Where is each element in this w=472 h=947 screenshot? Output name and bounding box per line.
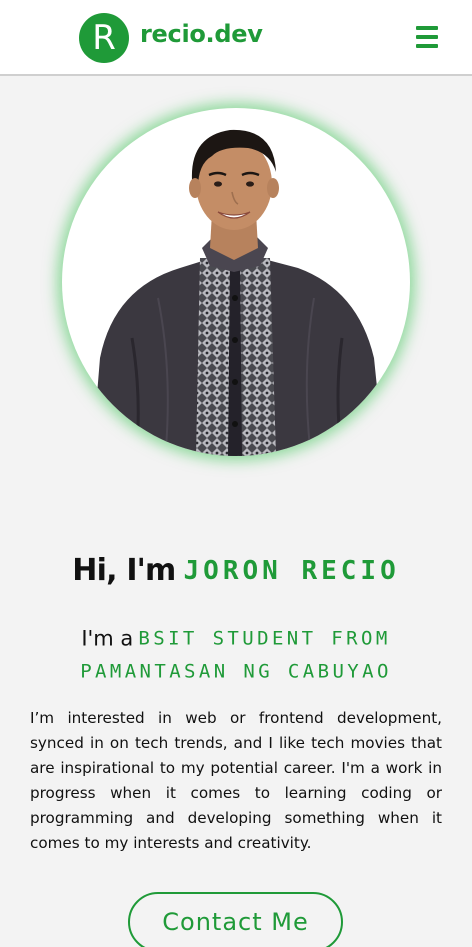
greeting-name: JORON RECIO	[183, 555, 400, 586]
site-header: R recio.dev	[0, 0, 472, 76]
profile-photo-illustration	[92, 129, 384, 456]
menu-bar	[416, 26, 438, 30]
greeting-prefix: Hi, I'm	[72, 553, 176, 588]
role-statement: I'm a BSIT STUDENT FROM PAMANTASAN NG CA…	[30, 622, 442, 687]
profile-photo	[62, 108, 410, 456]
menu-bar	[416, 44, 438, 48]
role-prefix: I'm a	[81, 626, 134, 651]
logo-badge[interactable]: R	[79, 13, 129, 63]
contact-me-button[interactable]: Contact Me	[128, 892, 343, 947]
site-logo-text[interactable]: recio.dev	[140, 20, 263, 48]
greeting-heading: Hi, I'm JORON RECIO	[0, 553, 472, 588]
hamburger-menu-icon[interactable]	[414, 24, 440, 50]
menu-bar	[416, 35, 438, 39]
logo-letter: R	[92, 18, 116, 58]
bio-paragraph: I’m interested in web or frontend develo…	[30, 709, 442, 852]
